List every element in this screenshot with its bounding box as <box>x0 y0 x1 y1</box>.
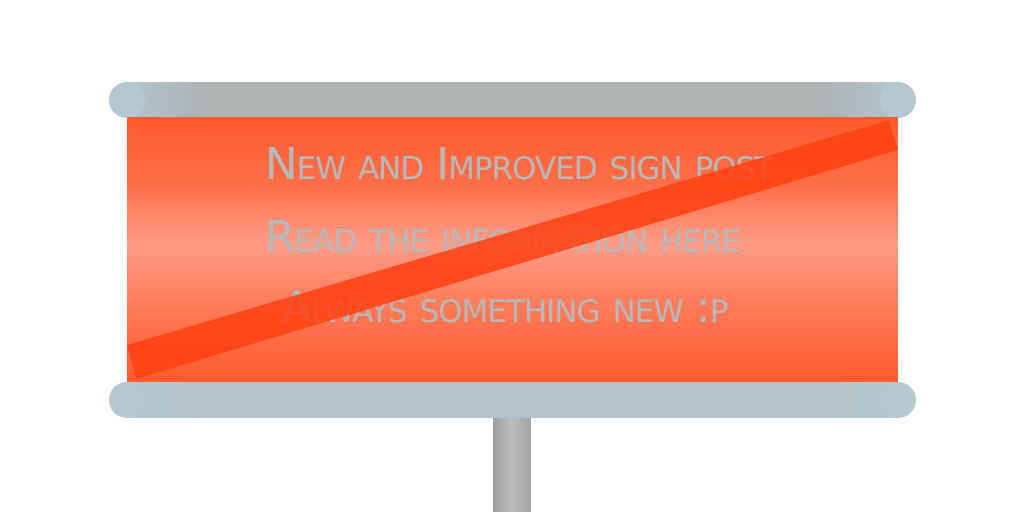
sign-panel: New and Improved sign post Read the info… <box>127 117 898 382</box>
strike-through-bar <box>127 120 898 379</box>
bottom-rail-left-cap <box>109 382 145 418</box>
sign-top-rail <box>109 82 916 118</box>
top-rail-right-cap <box>880 82 916 118</box>
sign-bottom-rail <box>109 382 916 418</box>
top-rail-left-cap <box>109 82 145 118</box>
sign-pole <box>493 410 531 512</box>
bottom-rail-right-cap <box>880 382 916 418</box>
